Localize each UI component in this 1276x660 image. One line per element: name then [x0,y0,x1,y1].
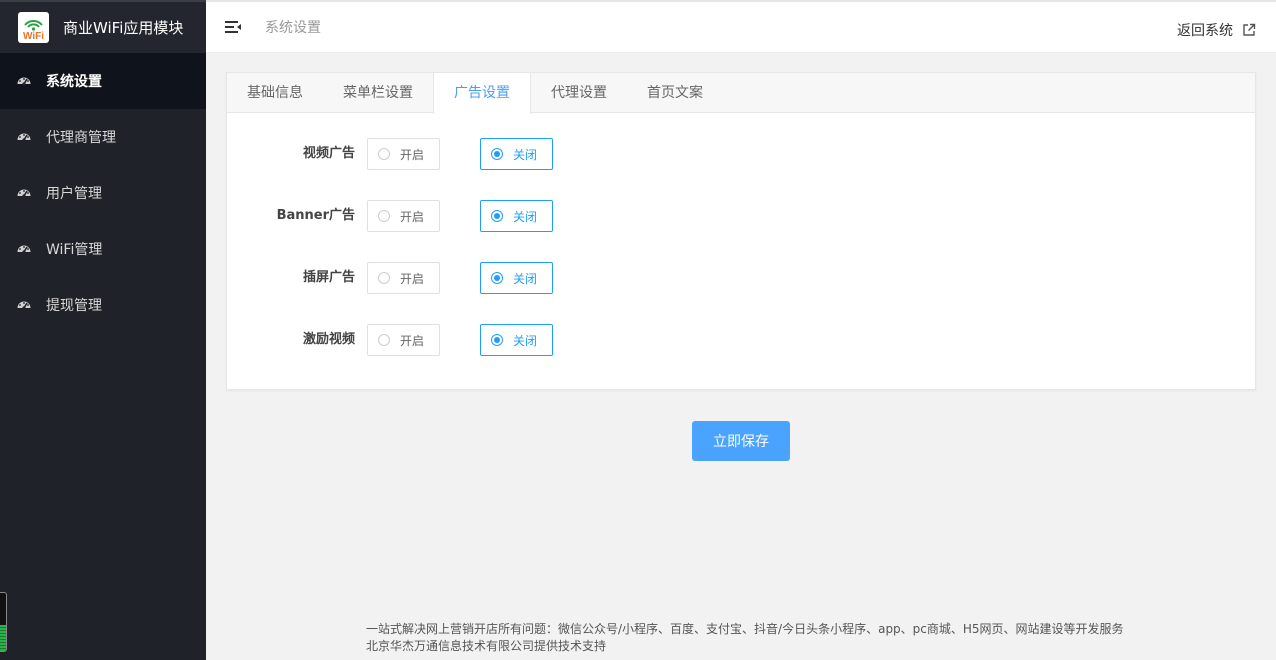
dashboard-icon [16,297,32,313]
sidebar-item-label: 代理商管理 [46,130,116,146]
battery-fill [0,624,6,651]
radio-off[interactable]: 关闭 [480,324,553,356]
sidebar-item-label: WiFi管理 [46,242,103,258]
radio-off[interactable]: 关闭 [480,138,553,170]
sidebar-nav: 系统设置代理商管理用户管理 WiFi管理 提现管理 [0,53,206,333]
tab-1[interactable]: 菜单栏设置 [323,73,433,113]
battery-indicator [0,592,7,652]
settings-tabs: 基础信息 菜单栏设置 广告设置 代理设置 首页文案 [227,73,1255,114]
sidebar-item-label: 用户管理 [46,186,102,202]
radio-on[interactable]: 开启 [367,324,440,356]
wifi-logo-icon: WiFi [18,12,49,43]
menu-fold-icon[interactable] [224,18,242,36]
sidebar-item-3[interactable]: WiFi管理 [0,221,206,277]
form-row-label: Banner广告 [276,208,355,223]
dashboard-icon [16,129,32,145]
footer-services: 一站式解决网上营销开店所有问题：微信公众号/小程序、百度、支付宝、抖音/今日头条… [366,622,1124,636]
sidebar-item-label: 提现管理 [46,298,102,314]
top-header: 系统设置 返回系统 [206,0,1276,53]
form-row-2: 插屏广告 开启 关闭 [227,262,1255,324]
radio-circle-icon [378,148,390,160]
tab-0[interactable]: 基础信息 [227,73,323,113]
radio-circle-icon [491,334,503,346]
radio-label: 开启 [400,147,425,162]
form-row-1: Banner广告 开启 关闭 [227,200,1255,262]
sidebar-item-4[interactable]: 提现管理 [0,277,206,333]
form-row-label: 视频广告 [302,146,355,161]
radio-circle-icon [491,148,503,160]
tab-3[interactable]: 代理设置 [531,73,627,113]
sidebar-item-2[interactable]: 用户管理 [0,165,206,221]
radio-label: 开启 [400,333,425,348]
tab-4[interactable]: 首页文案 [627,73,723,113]
form-row-0: 视频广告 开启 关闭 [227,138,1255,200]
radio-on[interactable]: 开启 [367,200,440,232]
dashboard-icon [16,241,32,257]
radio-circle-icon [491,272,503,284]
footer: 一站式解决网上营销开店所有问题：微信公众号/小程序、百度、支付宝、抖音/今日头条… [366,621,1124,655]
radio-label: 关闭 [513,271,538,286]
dashboard-icon [16,73,32,89]
ad-settings-form: 视频广告 开启 关闭 Banner广告 开启 关闭 插屏广告 开启 关闭 激励视频 开启 关闭 [227,113,1255,386]
radio-label: 关闭 [513,209,538,224]
logo-text: WiFi [23,31,44,41]
radio-circle-icon [378,334,390,346]
radio-circle-icon [491,210,503,222]
tab-2[interactable]: 广告设置 [433,73,531,114]
form-row-label: 插屏广告 [302,270,355,285]
radio-circle-icon [378,210,390,222]
sidebar-item-1[interactable]: 代理商管理 [0,109,206,165]
footer-support: 北京华杰万通信息技术有限公司提供技术支持 [366,639,607,653]
radio-on[interactable]: 开启 [367,262,440,294]
radio-label: 开启 [400,209,425,224]
external-link-icon [1242,23,1256,37]
dashboard-icon [16,185,32,201]
radio-label: 关闭 [513,147,538,162]
logo-bar: WiFi 商业WiFi应用模块 [0,0,206,53]
save-button[interactable]: 立即保存 [692,421,790,461]
sidebar-item-0[interactable]: 系统设置 [0,53,206,109]
radio-on[interactable]: 开启 [367,138,440,170]
radio-label: 开启 [400,271,425,286]
radio-off[interactable]: 关闭 [480,262,553,294]
ad-settings-panel: 基础信息 菜单栏设置 广告设置 代理设置 首页文案 视频广告 开启 关闭 Banner广告 开启… [226,72,1256,390]
sidebar-item-label: 系统设置 [46,74,102,90]
form-row-label: 激励视频 [302,332,355,347]
back-label: 返回系统 [1177,23,1233,39]
radio-label: 关闭 [513,333,538,348]
app-title: 商业WiFi应用模块 [63,19,184,37]
sidebar: WiFi 商业WiFi应用模块 系统设置代理商管理用户管理 WiFi管理 提现管理 [0,0,206,660]
form-row-3: 激励视频 开启 关闭 [227,324,1255,386]
breadcrumb: 系统设置 [265,20,321,36]
radio-off[interactable]: 关闭 [480,200,553,232]
back-to-system-link[interactable]: 返回系统 [1177,20,1256,40]
radio-circle-icon [378,272,390,284]
